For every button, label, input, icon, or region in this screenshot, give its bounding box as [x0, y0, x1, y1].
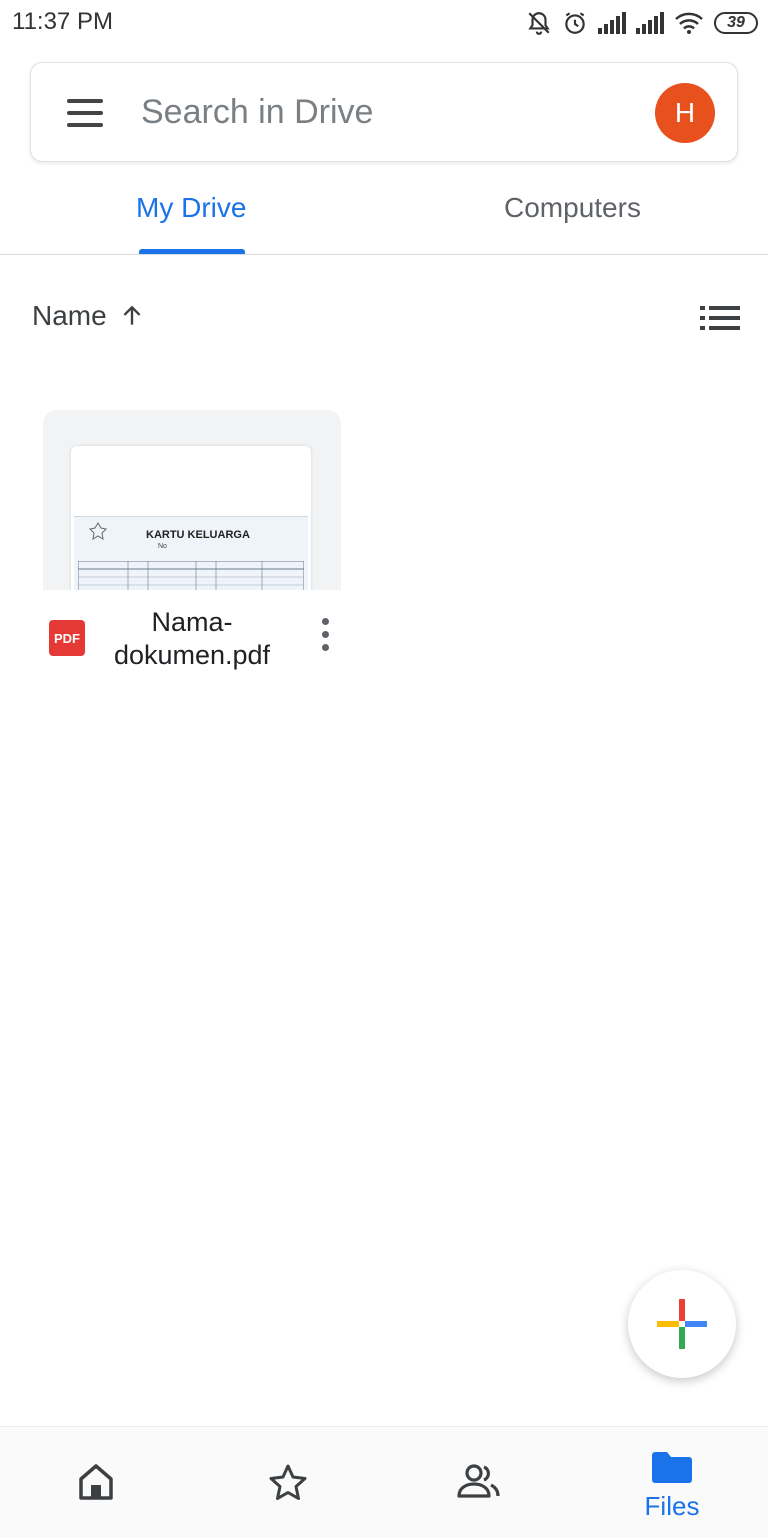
nav-shared[interactable] — [384, 1427, 576, 1537]
file-thumbnail[interactable]: KARTU KELUARGA No — [43, 410, 341, 590]
notifications-off-icon — [528, 12, 550, 35]
tabs-divider — [0, 254, 768, 255]
people-icon — [457, 1464, 500, 1498]
bottom-navigation: Files — [0, 1426, 768, 1537]
list-view-icon[interactable] — [700, 306, 740, 330]
new-button[interactable] — [628, 1270, 736, 1378]
star-icon — [269, 1464, 307, 1500]
pdf-icon: PDF — [49, 620, 85, 656]
tab-my-drive[interactable]: My Drive — [136, 192, 246, 224]
folder-icon — [652, 1452, 692, 1483]
status-icons: 39 — [526, 8, 758, 38]
sort-label: Name — [32, 300, 107, 331]
arrow-up-icon — [123, 305, 141, 325]
document-preview: KARTU KELUARGA No — [71, 446, 311, 590]
document-number-label: No — [158, 543, 167, 550]
search-input[interactable]: Search in Drive — [141, 93, 373, 132]
table-grid — [78, 561, 304, 590]
tab-computers[interactable]: Computers — [504, 192, 641, 224]
file-name: Nama-dokumen.pdf — [113, 607, 271, 670]
nav-home[interactable] — [0, 1427, 192, 1537]
account-avatar[interactable]: H — [655, 83, 715, 143]
search-bar[interactable]: Search in Drive H — [30, 62, 738, 162]
nav-starred[interactable] — [192, 1427, 384, 1537]
emblem-icon — [88, 522, 108, 540]
file-card[interactable]: KARTU KELUARGA No PDF Nama-dokumen.pdf — [43, 410, 341, 690]
cell-signal-icon — [598, 12, 626, 34]
hamburger-menu-icon[interactable] — [67, 99, 103, 127]
status-time: 11:37 PM — [12, 8, 113, 35]
cell-signal-icon — [636, 12, 664, 34]
plus-icon — [657, 1299, 707, 1349]
nav-files-label: Files — [644, 1491, 700, 1521]
more-options-icon[interactable] — [313, 618, 337, 658]
alarm-icon — [565, 12, 585, 34]
wifi-icon — [675, 12, 703, 34]
sort-control[interactable]: Name — [32, 300, 145, 332]
battery-indicator: 39 — [714, 12, 758, 34]
nav-files[interactable]: Files — [576, 1427, 768, 1537]
home-icon — [79, 1464, 113, 1500]
document-scan: KARTU KELUARGA No — [74, 516, 308, 590]
document-title: KARTU KELUARGA — [146, 529, 250, 541]
